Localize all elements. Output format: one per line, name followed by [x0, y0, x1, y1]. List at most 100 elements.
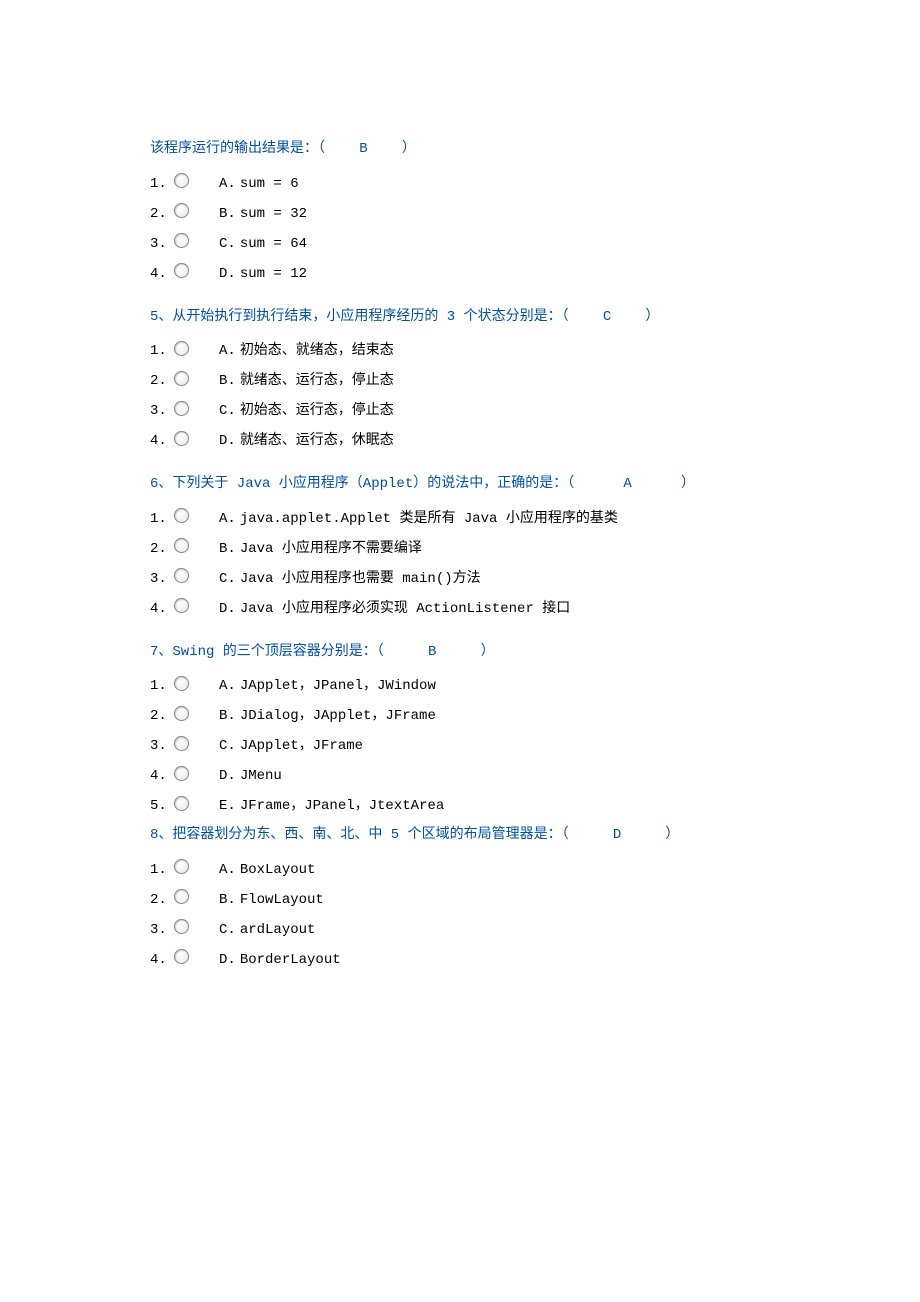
- option-letter: D.: [219, 431, 236, 451]
- question-title: 该程序运行的输出结果是：（ B ）: [150, 140, 770, 160]
- radio-icon[interactable]: [174, 538, 189, 553]
- option-letter: C.: [219, 234, 236, 254]
- option-number: 2.: [150, 890, 174, 910]
- answer-letter: B: [392, 643, 472, 663]
- option-number: 2.: [150, 204, 174, 224]
- option-letter: C.: [219, 569, 236, 589]
- question-text-pre: 7、Swing 的三个顶层容器分别是：（: [150, 644, 384, 660]
- option-number: 1.: [150, 860, 174, 880]
- radio-icon[interactable]: [174, 371, 189, 386]
- radio-icon[interactable]: [174, 919, 189, 934]
- option-text: sum = 12: [240, 264, 307, 284]
- option-row: 3. C. JApplet，JFrame: [150, 736, 770, 756]
- option-number: 4.: [150, 766, 174, 786]
- option-row: 4. D. 就绪态、运行态，休眠态: [150, 431, 770, 451]
- radio-icon[interactable]: [174, 736, 189, 751]
- question-block: 8、把容器划分为东、西、南、北、中 5 个区域的布局管理器是：（ D ） 1. …: [150, 826, 770, 970]
- option-letter: E.: [219, 796, 236, 816]
- option-text: sum = 64: [240, 234, 307, 254]
- option-row: 1. A. java.applet.Applet 类是所有 Java 小应用程序…: [150, 509, 770, 529]
- option-text: JApplet，JPanel，JWindow: [240, 676, 436, 696]
- option-letter: B.: [219, 204, 236, 224]
- option-letter: B.: [219, 539, 236, 559]
- radio-icon[interactable]: [174, 598, 189, 613]
- option-number: 1.: [150, 341, 174, 361]
- answer-letter: D: [577, 826, 657, 846]
- radio-icon[interactable]: [174, 173, 189, 188]
- question-text-pre: 8、把容器划分为东、西、南、北、中 5 个区域的布局管理器是：（: [150, 827, 569, 843]
- option-text: JFrame，JPanel，JtextArea: [240, 796, 444, 816]
- radio-icon[interactable]: [174, 233, 189, 248]
- question-text-post: ）: [665, 827, 679, 843]
- radio-icon[interactable]: [174, 796, 189, 811]
- radio-icon[interactable]: [174, 859, 189, 874]
- radio-icon[interactable]: [174, 676, 189, 691]
- option-number: 3.: [150, 736, 174, 756]
- option-letter: C.: [219, 736, 236, 756]
- option-letter: C.: [219, 401, 236, 421]
- radio-icon[interactable]: [174, 508, 189, 523]
- question-block: 6、下列关于 Java 小应用程序（Applet）的说法中，正确的是：（ A ）…: [150, 475, 770, 619]
- radio-icon[interactable]: [174, 203, 189, 218]
- option-text: 就绪态、运行态，休眠态: [240, 431, 394, 451]
- option-row: 2. B. JDialog，JApplet，JFrame: [150, 706, 770, 726]
- radio-icon[interactable]: [174, 431, 189, 446]
- option-letter: D.: [219, 950, 236, 970]
- option-letter: D.: [219, 766, 236, 786]
- radio-icon[interactable]: [174, 889, 189, 904]
- option-row: 2. B. Java 小应用程序不需要编译: [150, 539, 770, 559]
- option-number: 2.: [150, 706, 174, 726]
- option-text: sum = 6: [240, 174, 299, 194]
- question-title: 8、把容器划分为东、西、南、北、中 5 个区域的布局管理器是：（ D ）: [150, 826, 770, 846]
- radio-icon[interactable]: [174, 263, 189, 278]
- radio-icon[interactable]: [174, 568, 189, 583]
- radio-icon[interactable]: [174, 341, 189, 356]
- option-number: 4.: [150, 599, 174, 619]
- radio-icon[interactable]: [174, 401, 189, 416]
- question-title: 6、下列关于 Java 小应用程序（Applet）的说法中，正确的是：（ A ）: [150, 475, 770, 495]
- question-text-pre: 5、从开始执行到执行结束，小应用程序经历的 3 个状态分别是：（: [150, 309, 569, 325]
- question-block: 该程序运行的输出结果是：（ B ） 1. A. sum = 6 2. B. su…: [150, 140, 770, 284]
- option-letter: B.: [219, 371, 236, 391]
- radio-icon[interactable]: [174, 766, 189, 781]
- option-number: 1.: [150, 676, 174, 696]
- option-row: 5. E. JFrame，JPanel，JtextArea: [150, 796, 770, 816]
- option-letter: D.: [219, 264, 236, 284]
- option-letter: C.: [219, 920, 236, 940]
- option-number: 1.: [150, 509, 174, 529]
- option-number: 4.: [150, 950, 174, 970]
- radio-icon[interactable]: [174, 706, 189, 721]
- option-row: 3. C. Java 小应用程序也需要 main()方法: [150, 569, 770, 589]
- option-text: BorderLayout: [240, 950, 341, 970]
- option-text: FlowLayout: [240, 890, 324, 910]
- option-text: JApplet，JFrame: [240, 736, 363, 756]
- option-row: 3. C. sum = 64: [150, 234, 770, 254]
- option-text: sum = 32: [240, 204, 307, 224]
- option-text: ardLayout: [240, 920, 316, 940]
- option-letter: A.: [219, 509, 236, 529]
- question-block: 5、从开始执行到执行结束，小应用程序经历的 3 个状态分别是：（ C ） 1. …: [150, 308, 770, 452]
- option-letter: A.: [219, 676, 236, 696]
- question-title: 5、从开始执行到执行结束，小应用程序经历的 3 个状态分别是：（ C ）: [150, 308, 770, 328]
- radio-icon[interactable]: [174, 949, 189, 964]
- option-number: 4.: [150, 264, 174, 284]
- question-block: 7、Swing 的三个顶层容器分别是：（ B ） 1. A. JApplet，J…: [150, 643, 770, 817]
- option-row: 4. D. Java 小应用程序必须实现 ActionListener 接口: [150, 599, 770, 619]
- option-text: JDialog，JApplet，JFrame: [240, 706, 436, 726]
- option-row: 4. D. BorderLayout: [150, 950, 770, 970]
- option-number: 1.: [150, 174, 174, 194]
- option-row: 2. B. sum = 32: [150, 204, 770, 224]
- option-number: 3.: [150, 569, 174, 589]
- option-row: 3. C. 初始态、运行态，停止态: [150, 401, 770, 421]
- option-row: 1. A. 初始态、就绪态，结束态: [150, 341, 770, 361]
- option-row: 2. B. 就绪态、运行态，停止态: [150, 371, 770, 391]
- question-text-pre: 6、下列关于 Java 小应用程序（Applet）的说法中，正确的是：（: [150, 476, 574, 492]
- option-letter: A.: [219, 860, 236, 880]
- option-number: 3.: [150, 234, 174, 254]
- question-text-pre: 该程序运行的输出结果是：（: [150, 141, 325, 157]
- option-text: Java 小应用程序不需要编译: [240, 539, 422, 559]
- option-letter: D.: [219, 599, 236, 619]
- question-text-post: ）: [481, 644, 495, 660]
- option-number: 2.: [150, 539, 174, 559]
- answer-letter: B: [333, 140, 393, 160]
